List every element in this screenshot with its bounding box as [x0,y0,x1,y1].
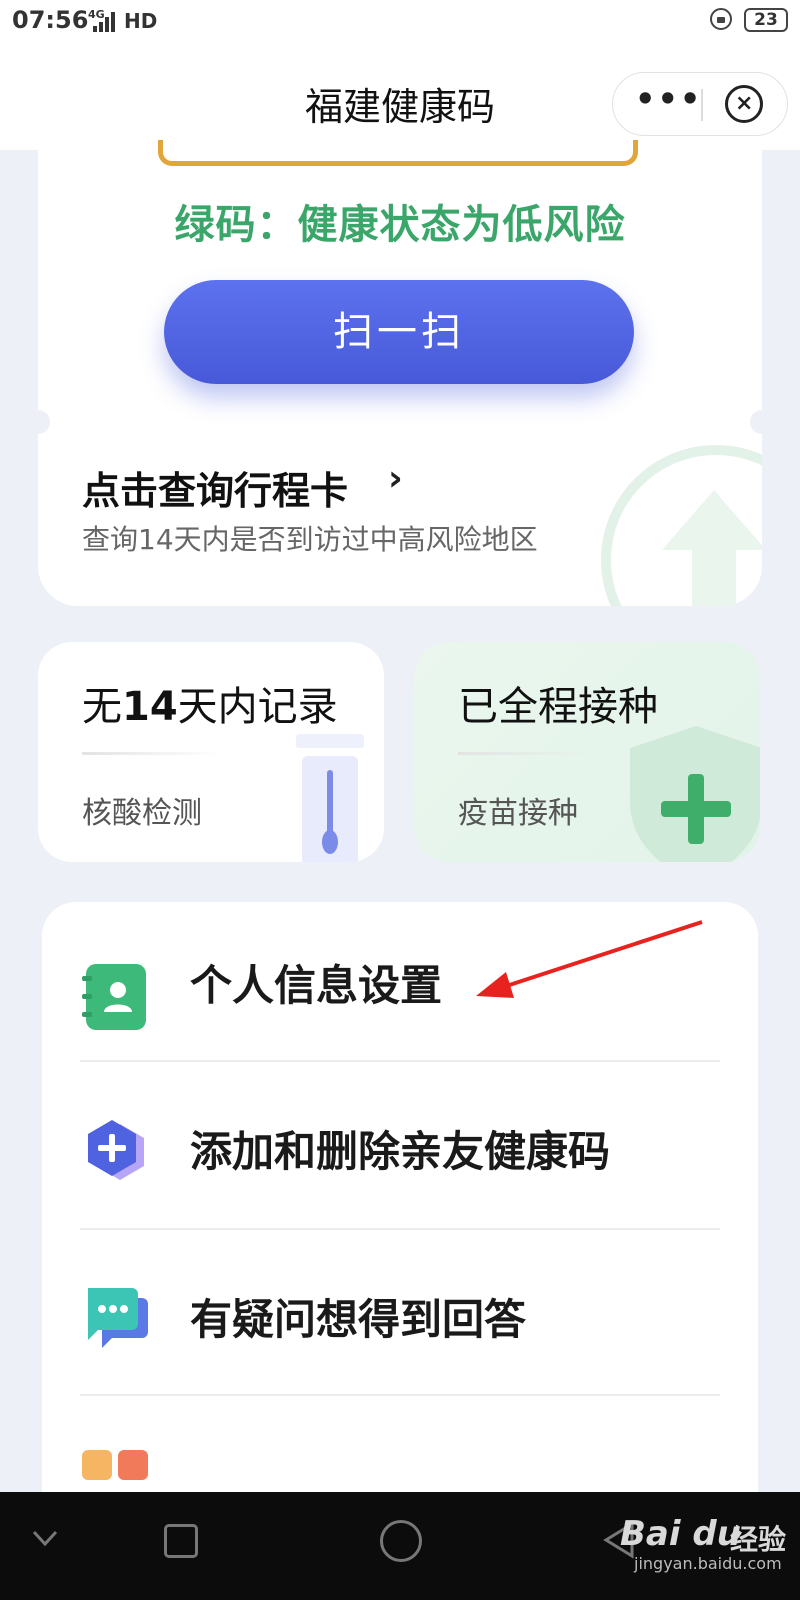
menu-divider [80,1394,720,1396]
menu-label: 添加和删除亲友健康码 [190,1127,611,1176]
qr-code-frame [158,140,638,166]
chevron-down-icon[interactable] [30,1522,60,1552]
recents-button[interactable] [164,1524,198,1558]
menu-item-faq[interactable]: 有疑问想得到回答 [42,1238,758,1408]
annotation-arrow-icon [476,920,703,998]
trip-card-subtitle: 查询14天内是否到访过中高风险地区 [82,523,538,556]
close-mini-program-button[interactable]: × [725,85,763,123]
hd-indicator: HD [124,9,158,33]
more-options-button[interactable]: ••• [635,77,700,131]
watermark-jingyan: 经验 [730,1523,787,1556]
health-status-text: 绿码：健康状态为低风险 [174,202,626,248]
menu-item-family-codes[interactable]: 添加和删除亲友健康码 [42,1070,758,1240]
scan-button[interactable]: 扫一扫 [164,280,634,384]
home-button[interactable] [380,1520,422,1562]
divider [458,752,598,755]
divider [82,752,222,755]
menu-label: 有疑问想得到回答 [190,1295,527,1344]
watermark-url: jingyan.baidu.com [634,1554,782,1573]
menu-divider [80,1228,720,1230]
battery-indicator: 23 [744,8,788,32]
card-notch-left [38,410,50,434]
mini-program-navbar: 福建健康码 ••• × [0,44,800,150]
chat-bubble-icon [88,1288,148,1348]
arrow-up-badge-icon [601,445,762,606]
shield-plus-icon [630,726,760,862]
menu-label: 个人信息设置 [190,961,443,1010]
chevron-right-icon: › [388,458,403,499]
test-tube-icon [296,734,364,862]
status-bar: 07:56 4G HD 23 [0,0,800,44]
trip-card-link[interactable]: 点击查询行程卡 [82,460,348,515]
vaccine-card[interactable]: 已全程接种 疫苗接种 [414,642,760,862]
watermark-logo: Bai du [620,1514,741,1554]
close-icon: × [735,91,754,116]
signal-icon [93,12,115,32]
contact-book-icon [82,964,146,1030]
nucleic-test-card[interactable]: 无14天内记录 核酸检测 [38,642,384,862]
nucleic-test-label: 核酸检测 [82,796,202,831]
status-time: 07:56 [12,6,89,34]
baidu-jingyan-watermark: Bai du 经验 jingyan.baidu.com [620,1502,790,1582]
add-hexagon-icon [88,1120,144,1180]
rotation-lock-icon [710,8,732,30]
vaccine-label: 疫苗接种 [458,796,578,831]
health-code-card: 绿码：健康状态为低风险 扫一扫 点击查询行程卡 › 查询14天内是否到访过中高风… [38,140,762,606]
nucleic-test-status: 无14天内记录 [82,684,338,730]
capsule-divider [701,89,703,121]
menu-divider [80,1060,720,1062]
capsule-menu: ••• × [612,72,788,136]
